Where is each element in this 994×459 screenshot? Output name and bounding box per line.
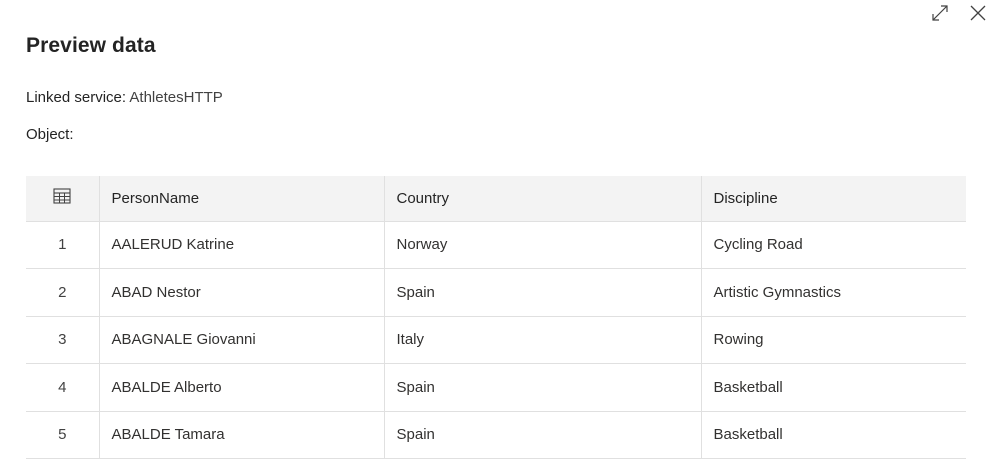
table-row: 3 ABAGNALE Giovanni Italy Rowing [26, 316, 966, 364]
table-row: 5 ABALDE Tamara Spain Basketball [26, 411, 966, 459]
row-index: 4 [26, 363, 100, 412]
column-header-discipline[interactable]: Discipline [701, 176, 966, 222]
object-label: Object: [26, 126, 74, 143]
row-index: 5 [26, 411, 100, 459]
cell-discipline: Cycling Road [701, 221, 966, 269]
column-header-personname[interactable]: PersonName [99, 176, 385, 222]
close-icon[interactable] [966, 2, 990, 24]
object-info: Object: [26, 126, 74, 143]
preview-table-container: PersonName Country Discipline 1 AALERUD … [26, 176, 966, 459]
expand-icon[interactable] [928, 2, 952, 24]
row-index-header [26, 176, 100, 222]
cell-personname: ABAGNALE Giovanni [99, 316, 385, 364]
table-row: 4 ABALDE Alberto Spain Basketball [26, 363, 966, 412]
cell-country: Spain [384, 268, 702, 317]
linked-service-label: Linked service: [26, 89, 127, 106]
cell-personname: ABALDE Tamara [99, 411, 385, 459]
row-index: 3 [26, 316, 100, 364]
preview-table: PersonName Country Discipline 1 AALERUD … [26, 176, 966, 459]
cell-personname: ABAD Nestor [99, 268, 385, 317]
row-index: 2 [26, 268, 100, 317]
cell-country: Italy [384, 316, 702, 364]
page-title: Preview data [26, 34, 156, 57]
cell-discipline: Rowing [701, 316, 966, 364]
table-row: 2 ABAD Nestor Spain Artistic Gymnastics [26, 268, 966, 317]
linked-service-info: Linked service: AthletesHTTP [26, 89, 223, 106]
cell-discipline: Basketball [701, 411, 966, 459]
column-header-country[interactable]: Country [384, 176, 702, 222]
preview-data-panel: Preview data Linked service: AthletesHTT… [0, 0, 994, 459]
cell-country: Spain [384, 411, 702, 459]
cell-country: Spain [384, 363, 702, 412]
cell-discipline: Basketball [701, 363, 966, 412]
cell-personname: AALERUD Katrine [99, 221, 385, 269]
table-row: 1 AALERUD Katrine Norway Cycling Road [26, 221, 966, 269]
cell-personname: ABALDE Alberto [99, 363, 385, 412]
panel-actions [928, 2, 990, 24]
cell-discipline: Artistic Gymnastics [701, 268, 966, 317]
cell-country: Norway [384, 221, 702, 269]
table-header-row: PersonName Country Discipline [26, 176, 966, 222]
row-index: 1 [26, 221, 100, 269]
table-grid-icon [53, 188, 71, 208]
linked-service-value: AthletesHTTP [129, 89, 223, 106]
